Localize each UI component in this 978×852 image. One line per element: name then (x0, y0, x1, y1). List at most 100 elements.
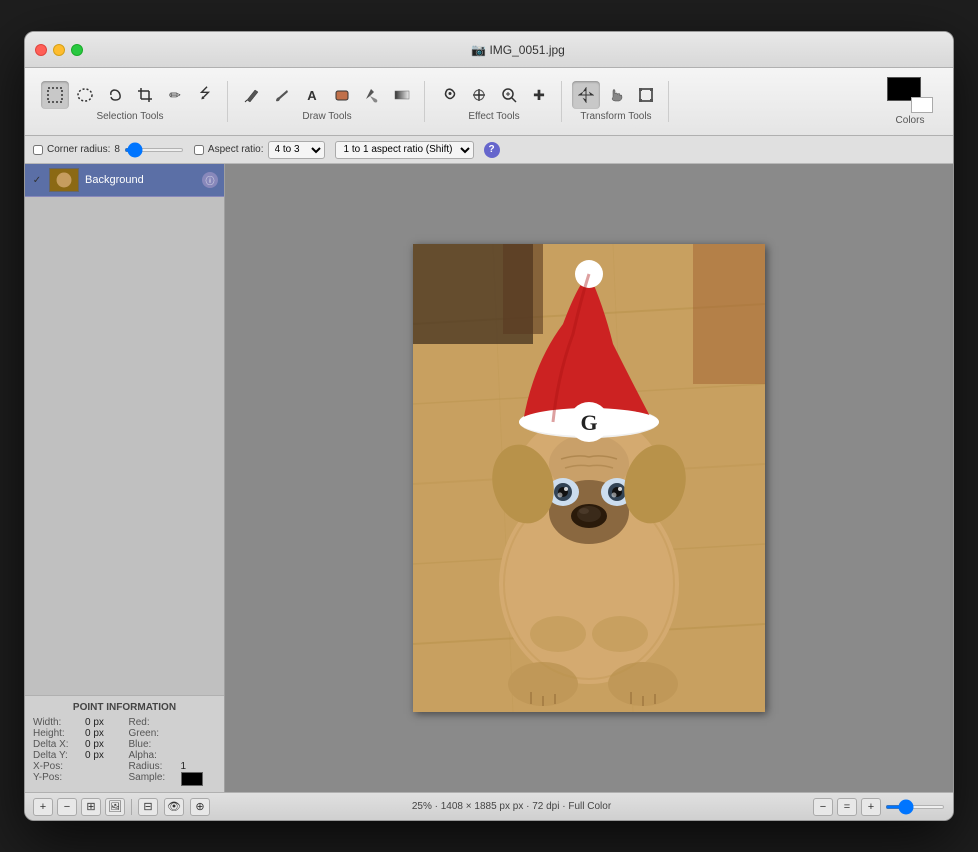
aspect-ratio-option: Aspect ratio: 4 to 3 1 to 1 16 to 9 (194, 141, 325, 159)
status-separator2: px · (513, 801, 532, 812)
aspect-ratio-label: Aspect ratio: (208, 144, 264, 155)
brush-tool[interactable] (268, 81, 296, 109)
point-info-right: Red: Green: Blue: Alpha: (129, 717, 217, 786)
delta-x-row: Delta X: 0 px (33, 739, 121, 750)
marquee-tool[interactable] (41, 81, 69, 109)
zoom-out-button[interactable]: − (813, 798, 833, 816)
remove-layer-button[interactable]: − (57, 798, 77, 816)
selection-tools-group: ✏ ⭍ Selection Tools (33, 81, 228, 122)
delta-y-value: 0 px (85, 750, 104, 761)
effect-tools-group: ✚ Effect Tools (427, 81, 562, 122)
image-frame: G G (413, 244, 765, 712)
aspect-ratio-select[interactable]: 4 to 3 1 to 1 16 to 9 (268, 141, 325, 159)
width-row: Width: 0 px (33, 717, 121, 728)
layers-panel: ✓ Background ⓘ POINT INFORMATION W (25, 164, 225, 792)
toggle-view-button[interactable]: ⊟ (138, 798, 158, 816)
width-label: Width: (33, 717, 81, 728)
magnify-tool[interactable] (495, 81, 523, 109)
move-tool[interactable] (572, 81, 600, 109)
selection-tools-icons: ✏ ⭍ (41, 81, 219, 109)
delta-x-label: Delta X: (33, 739, 81, 750)
draw-tools-label: Draw Tools (302, 111, 351, 122)
corner-radius-slider[interactable] (124, 148, 184, 152)
titlebar: 📷 IMG_0051.jpg (25, 32, 953, 68)
layer-info-button[interactable]: ⓘ (202, 172, 218, 188)
add-layer-button[interactable]: + (33, 798, 53, 816)
main-window: 📷 IMG_0051.jpg ✏ ⭍ Selectio (24, 31, 954, 821)
corner-radius-label: Corner radius: (47, 144, 110, 155)
aspect-mode-dropdown[interactable]: 1 to 1 aspect ratio (Shift) (335, 141, 474, 159)
duplicate-layer-button[interactable]: ⊞ (81, 798, 101, 816)
status-text: 25% · 1408 × 1885 px px · 72 dpi · Full … (216, 801, 807, 812)
height-value: 0 px (85, 728, 104, 739)
eye-button[interactable]: 👁 (164, 798, 184, 816)
text-tool[interactable]: A (298, 81, 326, 109)
corner-radius-option: Corner radius: 8 (33, 144, 184, 155)
transform-tools-group: Transform Tools (564, 81, 669, 122)
background-color[interactable] (911, 97, 933, 113)
zoom-in-button[interactable]: + (861, 798, 881, 816)
crosshair-tool[interactable]: ✚ (525, 81, 553, 109)
help-button[interactable]: ? (484, 142, 500, 158)
y-pos-label: Y-Pos: (33, 772, 81, 783)
selection-tools-label: Selection Tools (96, 111, 163, 122)
corner-radius-value: 8 (114, 144, 120, 155)
close-button[interactable] (35, 44, 47, 56)
gradient-fill-tool[interactable] (388, 81, 416, 109)
bottom-bar: + − ⊞ 🖼 ⊟ 👁 ⊕ 25% · 1408 × 1885 px px · … (25, 792, 953, 820)
blue-label: Blue: (129, 739, 177, 750)
shape-tool[interactable] (328, 81, 356, 109)
image-dpi: 72 dpi (532, 801, 559, 812)
clone-stamp-tool[interactable] (435, 81, 463, 109)
transform-tools-label: Transform Tools (580, 111, 651, 122)
draw-tools-group: A Draw Tools (230, 81, 425, 122)
zoom-fit-button[interactable]: = (837, 798, 857, 816)
bottom-left-buttons: + − ⊞ 🖼 (33, 798, 125, 816)
width-value: 0 px (85, 717, 104, 728)
colors-label: Colors (896, 115, 925, 126)
aspect-ratio-checkbox[interactable] (194, 145, 204, 155)
y-pos-row: Y-Pos: (33, 772, 121, 783)
hand-tool[interactable] (602, 81, 630, 109)
green-label: Green: (129, 728, 177, 739)
svg-text:G: G (580, 410, 597, 435)
radius-row: Radius: 1 (129, 761, 217, 772)
cursor-button[interactable]: ⊕ (190, 798, 210, 816)
crop-tool[interactable] (131, 81, 159, 109)
sample-label: Sample: (129, 772, 177, 786)
effect-tools-icons: ✚ (435, 81, 553, 109)
main-content: ✓ Background ⓘ POINT INFORMATION W (25, 164, 953, 792)
point-info-left: Width: 0 px Height: 0 px Delta X: 0 px (33, 717, 121, 786)
point-info-grid: Width: 0 px Height: 0 px Delta X: 0 px (33, 717, 216, 786)
transform-tool[interactable] (632, 81, 660, 109)
layer-image-button[interactable]: 🖼 (105, 798, 125, 816)
alpha-row: Alpha: (129, 750, 217, 761)
paint-bucket-tool[interactable] (358, 81, 386, 109)
maximize-button[interactable] (71, 44, 83, 56)
zoom-controls: − = + (813, 798, 945, 816)
color-mode: Full Color (568, 801, 611, 812)
zoom-slider[interactable] (885, 805, 945, 809)
eyedropper-tool[interactable]: ⭍ (191, 81, 219, 109)
healing-tool[interactable] (465, 81, 493, 109)
minimize-button[interactable] (53, 44, 65, 56)
magic-wand-tool[interactable]: ✏ (161, 81, 189, 109)
blue-row: Blue: (129, 739, 217, 750)
sample-swatch (181, 772, 203, 786)
image-content: G G (413, 244, 765, 712)
red-label: Red: (129, 717, 177, 728)
radius-value: 1 (181, 761, 187, 772)
canvas-area[interactable]: G G (225, 164, 953, 792)
layer-item[interactable]: ✓ Background ⓘ (25, 164, 224, 197)
window-title: 📷 IMG_0051.jpg (93, 43, 943, 57)
x-pos-row: X-Pos: (33, 761, 121, 772)
ellipse-select-tool[interactable] (71, 81, 99, 109)
traffic-lights (35, 44, 83, 56)
red-row: Red: (129, 717, 217, 728)
height-row: Height: 0 px (33, 728, 121, 739)
delta-x-value: 0 px (85, 739, 104, 750)
layer-visibility-check[interactable]: ✓ (31, 174, 43, 186)
pencil-tool[interactable] (238, 81, 266, 109)
lasso-tool[interactable] (101, 81, 129, 109)
corner-radius-checkbox[interactable] (33, 145, 43, 155)
